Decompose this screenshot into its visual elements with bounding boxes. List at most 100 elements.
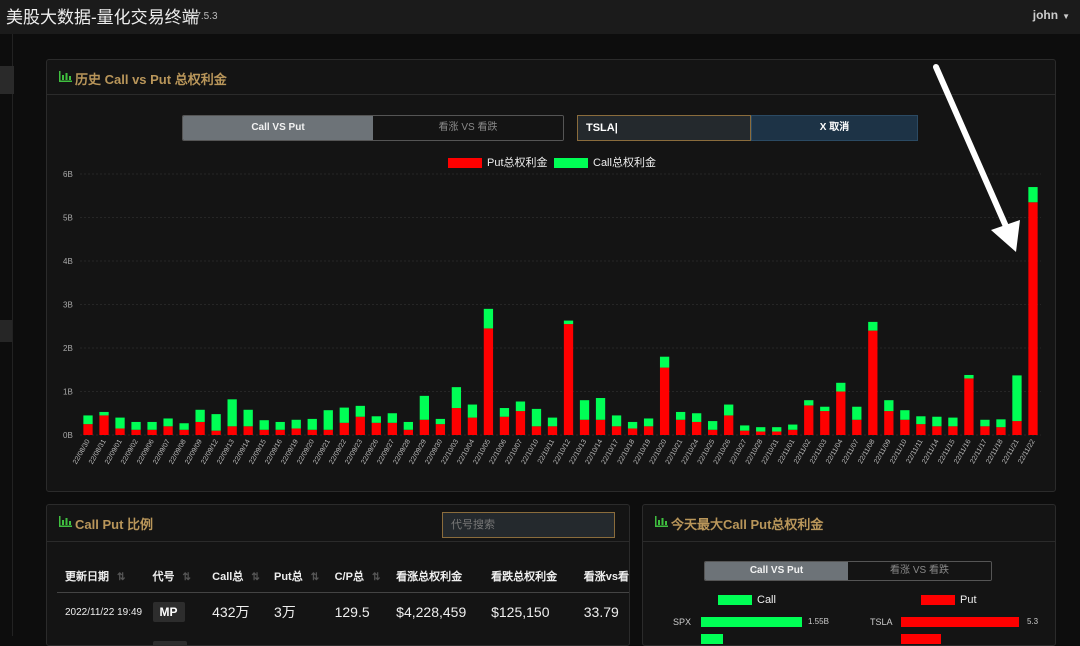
call-bar[interactable]	[163, 418, 172, 426]
call-bar[interactable]	[99, 412, 108, 415]
table-row[interactable]	[57, 631, 629, 646]
call-bar[interactable]	[644, 418, 653, 426]
call-bar[interactable]	[356, 406, 365, 417]
put-bar[interactable]	[612, 426, 621, 435]
call-bar[interactable]	[1012, 375, 1021, 421]
sidebar-collapsed-item[interactable]	[0, 320, 12, 342]
col-bull-premium[interactable]: 看涨总权利金	[388, 560, 483, 593]
col-put-total[interactable]: Put总⇅	[266, 560, 327, 593]
call-bar[interactable]	[884, 400, 893, 411]
put-bar[interactable]	[1028, 202, 1037, 435]
col-code[interactable]: 代号⇅	[145, 560, 205, 593]
put-bar[interactable]	[99, 415, 108, 435]
put-bar[interactable]	[388, 423, 397, 435]
call-bar[interactable]	[980, 420, 989, 427]
put-bar[interactable]	[195, 422, 204, 435]
call-bar[interactable]	[900, 410, 909, 420]
put-bar[interactable]	[244, 426, 253, 435]
toggle-bull-vs-bear[interactable]: 看涨 VS 看跌	[848, 562, 991, 580]
put-bar[interactable]	[948, 426, 957, 435]
put-bar[interactable]	[276, 430, 285, 435]
put-bar[interactable]	[996, 427, 1005, 435]
call-bar[interactable]	[724, 405, 733, 416]
put-bar[interactable]	[260, 430, 269, 435]
put-bar[interactable]	[740, 431, 749, 435]
table-row[interactable]: 2022/11/22 19:49 MP 432万 3万 129.5 $4,228…	[57, 593, 629, 632]
col-bear-premium[interactable]: 看跌总权利金	[483, 560, 576, 593]
call-bar[interactable]	[324, 410, 333, 430]
put-bar[interactable]	[452, 408, 461, 435]
put-bar[interactable]	[436, 424, 445, 435]
call-bar[interactable]	[756, 427, 765, 431]
put-bar[interactable]	[1012, 421, 1021, 435]
call-bar[interactable]	[452, 387, 461, 408]
call-bar[interactable]	[676, 412, 685, 420]
put-bar[interactable]	[628, 428, 637, 435]
put-bar[interactable]	[228, 426, 237, 435]
call-bar[interactable]	[404, 422, 413, 430]
col-bull-vs-bear[interactable]: 看涨vs看	[576, 560, 629, 593]
call-bar[interactable]	[260, 420, 269, 430]
toggle-call-vs-put[interactable]: Call VS Put	[705, 562, 848, 580]
call-bar[interactable]	[244, 410, 253, 427]
call-bar[interactable]	[868, 322, 877, 331]
put-bar[interactable]	[292, 428, 301, 435]
put-bar[interactable]	[163, 426, 172, 435]
put-bar[interactable]	[884, 411, 893, 435]
call-bar[interactable]	[179, 423, 188, 430]
call-bar[interactable]	[804, 400, 813, 405]
put-bar[interactable]	[147, 430, 156, 435]
call-bar[interactable]	[836, 383, 845, 392]
call-bar[interactable]	[1028, 187, 1037, 202]
put-bar[interactable]	[308, 430, 317, 435]
put-bar[interactable]	[836, 392, 845, 436]
call-bar[interactable]	[996, 419, 1005, 427]
call-bar[interactable]	[468, 405, 477, 418]
put-bar[interactable]	[131, 430, 140, 435]
call-bar[interactable]	[195, 410, 204, 422]
call-bar[interactable]	[436, 419, 445, 424]
call-bar[interactable]	[852, 407, 861, 420]
put-bar[interactable]	[900, 420, 909, 435]
put-bar[interactable]	[211, 431, 220, 435]
toggle-bull-vs-bear[interactable]: 看涨 VS 看跌	[373, 116, 563, 140]
put-bar[interactable]	[932, 426, 941, 435]
put-bar[interactable]	[596, 420, 605, 435]
symbol-search-input[interactable]: TSLA|	[577, 115, 751, 141]
put-bar[interactable]	[532, 426, 541, 435]
put-bar[interactable]	[676, 420, 685, 435]
put-bar[interactable]	[564, 324, 573, 435]
call-bar[interactable]	[948, 418, 957, 427]
call-bar[interactable]	[147, 422, 156, 430]
put-bar[interactable]	[83, 424, 92, 435]
call-bar[interactable]	[532, 409, 541, 426]
call-bar[interactable]	[964, 375, 973, 378]
call-bar[interactable]	[500, 408, 509, 417]
put-bar[interactable]	[756, 432, 765, 435]
toggle-call-vs-put[interactable]: Call VS Put	[183, 116, 373, 140]
put-bar[interactable]	[820, 411, 829, 435]
call-bar[interactable]	[83, 415, 92, 424]
col-update-date[interactable]: 更新日期⇅	[57, 560, 145, 593]
put-bar[interactable]	[324, 430, 333, 435]
call-bar[interactable]	[932, 417, 941, 427]
put-bar[interactable]	[340, 423, 349, 435]
call-bar[interactable]	[564, 321, 573, 324]
put-bar[interactable]	[115, 428, 124, 435]
call-bar[interactable]	[131, 422, 140, 430]
call-bar[interactable]	[612, 415, 621, 426]
put-bar[interactable]	[868, 331, 877, 435]
put-bar[interactable]	[404, 430, 413, 435]
put-bar[interactable]	[420, 420, 429, 435]
call-bar[interactable]	[516, 402, 525, 412]
call-bar[interactable]	[228, 399, 237, 426]
call-bar[interactable]	[308, 419, 317, 430]
call-bar[interactable]	[292, 420, 301, 429]
cancel-button[interactable]: X 取消	[751, 115, 918, 141]
put-bar[interactable]	[580, 420, 589, 435]
put-bar[interactable]	[548, 426, 557, 435]
put-bar[interactable]	[660, 368, 669, 435]
col-call-total[interactable]: Call总⇅	[204, 560, 266, 593]
put-bar[interactable]	[916, 424, 925, 435]
put-bar[interactable]	[468, 418, 477, 435]
